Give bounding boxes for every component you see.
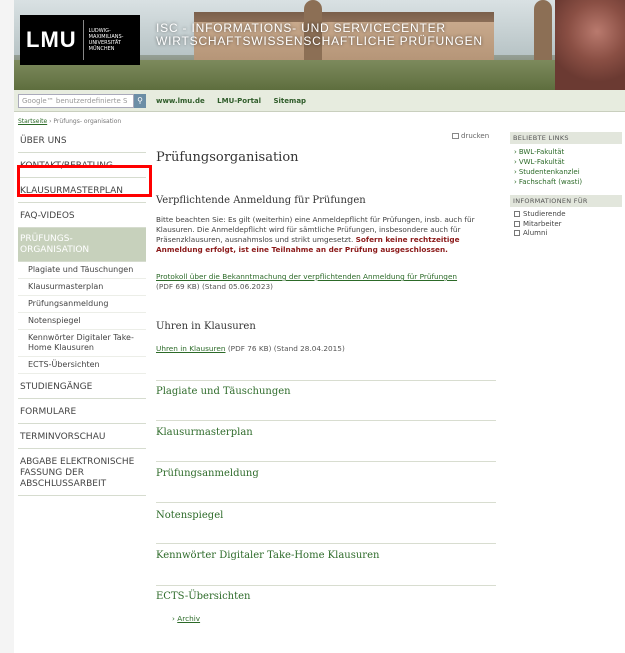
nav-item-pruefungsorganisation[interactable]: PRÜFUNGS- ORGANISATION [18,228,146,262]
nav-item-abgabe[interactable]: ABGABE ELEKTRONISCHE FASSUNG DER ABSCHLU… [18,449,146,496]
archiv-item: › Archiv [172,614,201,623]
link-lmu-portal[interactable]: LMU-Portal [217,97,261,105]
lmu-logo[interactable]: LMU LUDWIG- MAXIMILIANS- UNIVERSITÄT MÜN… [20,15,140,65]
print-icon [452,133,459,139]
popular-link-vwl[interactable]: › VWL-Fakultät [514,157,618,167]
nav-item-studiengaenge[interactable]: STUDIENGÄNGE [18,374,146,399]
popular-link-bwl[interactable]: › BWL-Fakultät [514,147,618,157]
section-kennwoerter[interactable]: Kennwörter Digitaler Take-Home Klausuren [156,550,379,561]
nav-sub-pruefungsanmeldung[interactable]: Prüfungsanmeldung [18,296,146,313]
page-frame: LMU LUDWIG- MAXIMILIANS- UNIVERSITÄT MÜN… [14,0,625,653]
archiv-link[interactable]: Archiv [177,614,200,623]
uhren-meta: (PDF 76 KB) (Stand 28.04.2015) [227,344,345,353]
search-icon: ⚲ [137,96,143,105]
right-sidebar: BELIEBTE LINKS › BWL-Fakultät › VWL-Fakult… [510,132,622,247]
info-studierende[interactable]: Studierende [514,210,618,220]
link-lmu-de[interactable]: www.lmu.de [156,97,205,105]
header-banner: LMU LUDWIG- MAXIMILIANS- UNIVERSITÄT MÜN… [14,0,625,90]
info-list: Studierende Mitarbeiter Alumni [510,207,622,247]
nav-item-terminvorschau[interactable]: TERMINVORSCHAU [18,424,146,449]
section-heading-anmeldung: Verpflichtende Anmeldung für Prüfungen [156,195,366,206]
section-ects[interactable]: ECTS-Übersichten [156,591,251,602]
nav-item-faq-videos[interactable]: FAQ-VIDEOS [18,203,146,228]
section-klausurmasterplan[interactable]: Klausurmasterplan [156,427,253,438]
anmeldung-paragraph: Bitte beachten Sie: Es gilt (weiterhin) … [156,215,475,254]
top-bar: Google™ benutzerdefinierte S ⚲ www.lmu.d… [14,90,625,112]
box-icon [514,211,520,217]
search-input[interactable]: Google™ benutzerdefinierte S [18,94,134,108]
logo-text: LMU [20,20,84,60]
logo-subtitle: LUDWIG- MAXIMILIANS- UNIVERSITÄT MÜNCHEN [88,28,124,52]
protokoll-link[interactable]: Protokoll über die Bekanntmachung der ve… [156,272,457,281]
top-links: www.lmu.de LMU-Portal Sitemap [156,97,316,105]
uhren-block: Uhren in Klausuren (PDF 76 KB) (Stand 28… [156,344,501,354]
section-pruefungsanmeldung[interactable]: Prüfungsanmeldung [156,468,259,479]
popular-link-studentenkanzlei[interactable]: › Studentenkanzlei [514,167,618,177]
nav-sub-notenspiegel[interactable]: Notenspiegel [18,313,146,330]
nav-item-formulare[interactable]: FORMULARE [18,399,146,424]
info-alumni[interactable]: Alumni [514,229,618,239]
popular-links-heading: BELIEBTE LINKS [510,132,622,144]
nav-sub-ects[interactable]: ECTS-Übersichten [18,357,146,374]
section-plagiate[interactable]: Plagiate und Täuschungen [156,386,291,397]
info-heading: INFORMATIONEN FÜR [510,195,622,207]
page-title: Prüfungsorganisation [156,150,299,165]
breadcrumb: Startseite › Prüfungs- organisation [18,118,122,125]
box-icon [514,220,520,227]
box-icon [514,230,520,236]
section-notenspiegel[interactable]: Notenspiegel [156,510,223,521]
nav-item-ueber-uns[interactable]: ÜBER UNS [18,128,146,153]
nav-sub-klausurmasterplan[interactable]: Klausurmasterplan [18,279,146,296]
site-title: ISC - INFORMATIONS- UND SERVICECENTER WI… [156,21,483,48]
link-sitemap[interactable]: Sitemap [273,97,306,105]
protokoll-meta: (PDF 69 KB) (Stand 05.06.2023) [156,282,273,291]
highlight-box [17,165,152,197]
protokoll-block: Protokoll über die Bekanntmachung der ve… [156,272,501,292]
print-link[interactable]: drucken [452,132,489,140]
popular-links-list: › BWL-Fakultät › VWL-Fakultät › Studentenka… [510,144,622,195]
info-mitarbeiter[interactable]: Mitarbeiter [514,220,618,230]
uhren-link[interactable]: Uhren in Klausuren [156,344,226,353]
nav-sub-kennwoerter[interactable]: Kennwörter Digitaler Take-Home Klausuren [18,330,146,357]
nav-sub-plagiate[interactable]: Plagiate und Täuschungen [18,262,146,279]
breadcrumb-home[interactable]: Startseite [18,118,47,125]
section-heading-uhren: Uhren in Klausuren [156,321,256,332]
breadcrumb-current: Prüfungs- organisation [53,118,122,125]
search-button[interactable]: ⚲ [134,94,146,108]
popular-link-fachschaft[interactable]: › Fachschaft (wasti) [514,177,618,187]
